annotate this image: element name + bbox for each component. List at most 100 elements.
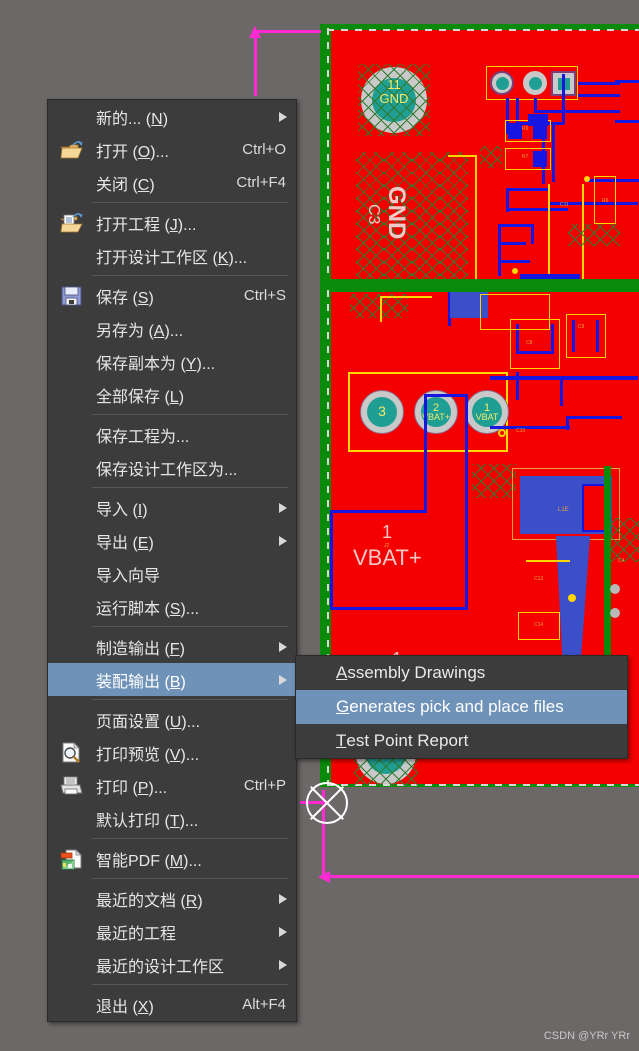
- menu-separator: [92, 878, 288, 879]
- open-folder-icon: [60, 139, 83, 161]
- designator-r7: R7: [522, 154, 529, 160]
- menu-item-export[interactable]: 导出 (E): [48, 524, 296, 557]
- submenu-arrow-icon: [279, 893, 287, 904]
- designator-c4: C4: [618, 558, 625, 564]
- menu-item-label: 新的... (N): [96, 110, 169, 128]
- menu-item-label: 全部保存 (L): [96, 388, 185, 406]
- submenu-arrow-icon: [279, 641, 287, 652]
- submenu-arrow-icon: [279, 926, 287, 937]
- menu-item-exit[interactable]: 退出 (X) Alt+F4: [48, 988, 296, 1021]
- menu-item-close[interactable]: 关闭 (C) Ctrl+F4: [48, 166, 296, 199]
- menu-item-shortcut: Ctrl+P: [243, 777, 286, 794]
- menu-item-shortcut: Ctrl+O: [242, 141, 286, 158]
- watermark: CSDN @YRr YRr: [543, 1030, 630, 1042]
- menu-item-label: 最近的文档 (R): [96, 892, 203, 910]
- silk-gnd-text: GND: [383, 186, 410, 240]
- menu-item-open-project[interactable]: 打开工程 (J)...: [48, 206, 296, 239]
- save-floppy-icon: [60, 285, 83, 307]
- menu-item-import[interactable]: 导入 (I): [48, 491, 296, 524]
- submenu-item-pick-and-place[interactable]: Generates pick and place files: [296, 690, 627, 724]
- menu-item-open-workspace[interactable]: 打开设计工作区 (K)...: [48, 239, 296, 272]
- designator-c10: C10: [516, 428, 526, 434]
- menu-item-open[interactable]: 打开 (O)... Ctrl+O: [48, 133, 296, 166]
- menu-item-save[interactable]: 保存 (S) Ctrl+S: [48, 279, 296, 312]
- submenu-item-mnemonic: T: [336, 731, 347, 750]
- designator-c13: C13: [534, 576, 544, 582]
- menu-item-new[interactable]: 新的... (N): [48, 100, 296, 133]
- menu-item-label: 打开设计工作区 (K)...: [96, 249, 248, 267]
- designator-r6: R6: [602, 198, 609, 204]
- designator-c8: C8: [526, 340, 533, 346]
- menu-item-shortcut: Alt+F4: [242, 996, 286, 1013]
- menu-separator: [92, 414, 288, 415]
- designator-j2: J2: [384, 543, 390, 549]
- menu-item-label: 打印 (P)...: [96, 779, 168, 797]
- menu-item-default-print[interactable]: 默认打印 (T)...: [48, 802, 296, 835]
- designator-c9: C9: [578, 324, 585, 330]
- menu-separator: [92, 202, 288, 203]
- menu-item-shortcut: Ctrl+F4: [236, 174, 286, 191]
- gnd-pad-number: 11: [387, 77, 401, 92]
- assembly-outputs-submenu[interactable]: Assembly Drawings Generates pick and plac…: [295, 655, 628, 759]
- menu-item-label: 保存工程为...: [96, 428, 190, 446]
- menu-item-import-wizard[interactable]: 导入向导: [48, 557, 296, 590]
- menu-item-save-project-as[interactable]: 保存工程为...: [48, 418, 296, 451]
- printer-icon: [60, 775, 83, 797]
- menu-item-label: 保存副本为 (Y)...: [96, 355, 216, 373]
- submenu-item-test-point-report[interactable]: Test Point Report: [296, 724, 627, 758]
- file-menu[interactable]: 新的... (N) 打开 (O)... Ctrl+O 关闭 (C) Ctrl+F4 打开工…: [47, 99, 297, 1022]
- menu-separator: [92, 984, 288, 985]
- pcb-cursor-crosshair: [306, 782, 348, 824]
- menu-separator: [92, 487, 288, 488]
- menu-separator: [92, 275, 288, 276]
- menu-separator: [92, 838, 288, 839]
- menu-item-save-workspace-as[interactable]: 保存设计工作区为...: [48, 451, 296, 484]
- menu-item-label: 最近的工程: [96, 925, 177, 943]
- menu-item-save-as[interactable]: 另存为 (A)...: [48, 312, 296, 345]
- menu-item-label: 运行脚本 (S)...: [96, 600, 200, 618]
- menu-separator: [92, 626, 288, 627]
- menu-item-label: 导入向导: [96, 567, 161, 585]
- menu-item-print[interactable]: 打印 (P)... Ctrl+P: [48, 769, 296, 802]
- designator-r9: R9: [522, 126, 529, 132]
- battery-pad-3[interactable]: 3: [360, 390, 404, 434]
- menu-item-recent-workspaces[interactable]: 最近的设计工作区: [48, 948, 296, 981]
- menu-item-label: 制造输出 (F): [96, 640, 185, 658]
- menu-item-recent-projects[interactable]: 最近的工程: [48, 915, 296, 948]
- submenu-arrow-icon: [279, 502, 287, 513]
- menu-item-label: 导入 (I): [96, 501, 148, 519]
- menu-item-label: 装配输出 (B): [96, 673, 186, 691]
- menu-item-label: 打开工程 (J)...: [96, 216, 197, 234]
- submenu-item-assembly-drawings[interactable]: Assembly Drawings: [296, 656, 627, 690]
- menu-item-label: 默认打印 (T)...: [96, 812, 199, 830]
- menu-item-recent-documents[interactable]: 最近的文档 (R): [48, 882, 296, 915]
- designator-c14: C14: [534, 622, 544, 628]
- battery-pad-3-number: 3: [378, 403, 386, 420]
- menu-item-label: 保存 (S): [96, 289, 154, 307]
- submenu-arrow-icon: [279, 674, 287, 685]
- menu-item-save-all[interactable]: 全部保存 (L): [48, 378, 296, 411]
- smart-pdf-icon: [60, 848, 83, 870]
- submenu-item-mnemonic: A: [336, 663, 348, 682]
- menu-separator: [92, 699, 288, 700]
- silk-vbat-num: 1: [382, 522, 393, 542]
- menu-item-label: 智能PDF (M)...: [96, 852, 202, 870]
- gnd-pad-net: GND: [379, 91, 409, 106]
- menu-item-fabrication-outputs[interactable]: 制造输出 (F): [48, 630, 296, 663]
- designator-c11: C11: [560, 202, 569, 208]
- submenu-item-label: ssembly Drawings: [347, 663, 486, 682]
- menu-item-save-copy-as[interactable]: 保存副本为 (Y)...: [48, 345, 296, 378]
- silk-c3-text: C3: [365, 204, 382, 225]
- submenu-item-label: enerates pick and place files: [349, 697, 564, 716]
- menu-item-assembly-outputs[interactable]: 装配输出 (B): [48, 663, 296, 696]
- menu-item-run-script[interactable]: 运行脚本 (S)...: [48, 590, 296, 623]
- submenu-arrow-icon: [279, 111, 287, 122]
- menu-item-label: 保存设计工作区为...: [96, 461, 238, 479]
- altium-pcb-window: 11 GND GND C3 R9 R7 R6 C11 3 2 VBAT+ 1 V…: [0, 0, 639, 1051]
- menu-item-page-setup[interactable]: 页面设置 (U)...: [48, 703, 296, 736]
- menu-item-smart-pdf[interactable]: 智能PDF (M)...: [48, 842, 296, 875]
- submenu-item-mnemonic: G: [336, 697, 350, 716]
- menu-item-print-preview[interactable]: 打印预览 (V)...: [48, 736, 296, 769]
- print-preview-icon: [60, 741, 83, 764]
- submenu-arrow-icon: [279, 959, 287, 970]
